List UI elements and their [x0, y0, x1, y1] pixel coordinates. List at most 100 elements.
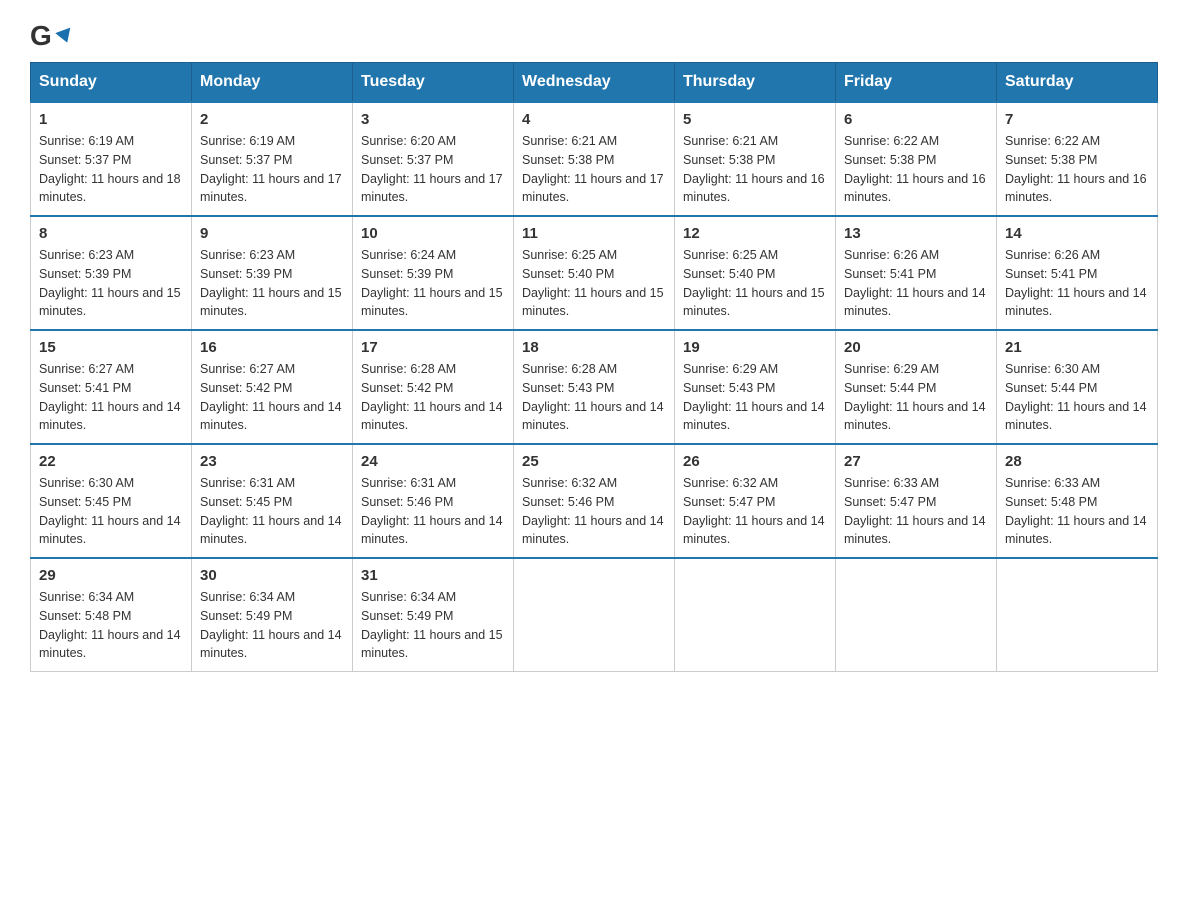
- day-number: 14: [1005, 225, 1149, 242]
- day-number: 11: [522, 225, 666, 242]
- calendar-cell: 19 Sunrise: 6:29 AMSunset: 5:43 PMDayligh…: [675, 330, 836, 444]
- day-number: 21: [1005, 339, 1149, 356]
- calendar-cell: 15 Sunrise: 6:27 AMSunset: 5:41 PMDayligh…: [31, 330, 192, 444]
- calendar-cell: 23 Sunrise: 6:31 AMSunset: 5:45 PMDayligh…: [192, 444, 353, 558]
- day-number: 7: [1005, 111, 1149, 128]
- calendar-cell: 12Sunrise: 6:25 AMSunset: 5:40 PMDayligh…: [675, 216, 836, 330]
- day-info: Sunrise: 6:28 AMSunset: 5:43 PMDaylight:…: [522, 362, 664, 432]
- day-number: 3: [361, 111, 505, 128]
- calendar-cell: 21Sunrise: 6:30 AMSunset: 5:44 PMDayligh…: [997, 330, 1158, 444]
- day-info: Sunrise: 6:23 AMSunset: 5:39 PMDaylight:…: [200, 248, 342, 318]
- day-info: Sunrise: 6:19 AMSunset: 5:37 PMDaylight:…: [200, 134, 342, 204]
- day-number: 27: [844, 453, 988, 470]
- logo-blue: [54, 30, 73, 43]
- day-info: Sunrise: 6:31 AMSunset: 5:45 PMDaylight:…: [200, 476, 342, 546]
- calendar-cell: 17 Sunrise: 6:28 AMSunset: 5:42 PMDayligh…: [353, 330, 514, 444]
- day-number: 20: [844, 339, 988, 356]
- calendar-cell: 2 Sunrise: 6:19 AMSunset: 5:37 PMDaylight…: [192, 102, 353, 216]
- day-info: Sunrise: 6:23 AMSunset: 5:39 PMDaylight:…: [39, 248, 181, 318]
- day-info: Sunrise: 6:19 AMSunset: 5:37 PMDaylight:…: [39, 134, 181, 204]
- logo-text-block: [54, 30, 73, 43]
- calendar-week-row: 1 Sunrise: 6:19 AMSunset: 5:37 PMDaylight…: [31, 102, 1158, 216]
- calendar-cell: [836, 558, 997, 672]
- calendar-cell: 8 Sunrise: 6:23 AMSunset: 5:39 PMDaylight…: [31, 216, 192, 330]
- day-info: Sunrise: 6:27 AMSunset: 5:41 PMDaylight:…: [39, 362, 181, 432]
- calendar-header-friday: Friday: [836, 63, 997, 103]
- day-info: Sunrise: 6:20 AMSunset: 5:37 PMDaylight:…: [361, 134, 503, 204]
- day-info: Sunrise: 6:29 AMSunset: 5:44 PMDaylight:…: [844, 362, 986, 432]
- day-number: 5: [683, 111, 827, 128]
- calendar-cell: 30 Sunrise: 6:34 AMSunset: 5:49 PMDayligh…: [192, 558, 353, 672]
- calendar-cell: 5Sunrise: 6:21 AMSunset: 5:38 PMDaylight…: [675, 102, 836, 216]
- day-number: 15: [39, 339, 183, 356]
- calendar-header-saturday: Saturday: [997, 63, 1158, 103]
- day-info: Sunrise: 6:25 AMSunset: 5:40 PMDaylight:…: [522, 248, 664, 318]
- calendar-header-row: SundayMondayTuesdayWednesdayThursdayFrid…: [31, 63, 1158, 103]
- day-number: 6: [844, 111, 988, 128]
- calendar-cell: 13 Sunrise: 6:26 AMSunset: 5:41 PMDayligh…: [836, 216, 997, 330]
- day-number: 8: [39, 225, 183, 242]
- day-number: 25: [522, 453, 666, 470]
- day-info: Sunrise: 6:32 AMSunset: 5:46 PMDaylight:…: [522, 476, 664, 546]
- day-info: Sunrise: 6:28 AMSunset: 5:42 PMDaylight:…: [361, 362, 503, 432]
- day-info: Sunrise: 6:31 AMSunset: 5:46 PMDaylight:…: [361, 476, 503, 546]
- day-number: 22: [39, 453, 183, 470]
- day-info: Sunrise: 6:30 AMSunset: 5:45 PMDaylight:…: [39, 476, 181, 546]
- calendar-header-tuesday: Tuesday: [353, 63, 514, 103]
- day-number: 30: [200, 567, 344, 584]
- calendar-header-thursday: Thursday: [675, 63, 836, 103]
- day-number: 16: [200, 339, 344, 356]
- day-number: 19: [683, 339, 827, 356]
- calendar-week-row: 29 Sunrise: 6:34 AMSunset: 5:48 PMDayligh…: [31, 558, 1158, 672]
- day-number: 13: [844, 225, 988, 242]
- day-number: 17: [361, 339, 505, 356]
- calendar-cell: 11 Sunrise: 6:25 AMSunset: 5:40 PMDayligh…: [514, 216, 675, 330]
- calendar-cell: 26 Sunrise: 6:32 AMSunset: 5:47 PMDayligh…: [675, 444, 836, 558]
- day-number: 29: [39, 567, 183, 584]
- day-info: Sunrise: 6:21 AMSunset: 5:38 PMDaylight:…: [522, 134, 664, 204]
- calendar-week-row: 22 Sunrise: 6:30 AMSunset: 5:45 PMDayligh…: [31, 444, 1158, 558]
- day-number: 24: [361, 453, 505, 470]
- calendar-table: SundayMondayTuesdayWednesdayThursdayFrid…: [30, 62, 1158, 672]
- logo-area: G: [30, 20, 73, 52]
- day-info: Sunrise: 6:34 AMSunset: 5:48 PMDaylight:…: [39, 590, 181, 660]
- calendar-cell: 7 Sunrise: 6:22 AMSunset: 5:38 PMDaylight…: [997, 102, 1158, 216]
- day-info: Sunrise: 6:22 AMSunset: 5:38 PMDaylight:…: [844, 134, 986, 204]
- day-number: 1: [39, 111, 183, 128]
- day-number: 23: [200, 453, 344, 470]
- calendar-cell: [997, 558, 1158, 672]
- calendar-cell: 10Sunrise: 6:24 AMSunset: 5:39 PMDayligh…: [353, 216, 514, 330]
- day-info: Sunrise: 6:34 AMSunset: 5:49 PMDaylight:…: [200, 590, 342, 660]
- day-number: 12: [683, 225, 827, 242]
- calendar-cell: [514, 558, 675, 672]
- calendar-cell: [675, 558, 836, 672]
- page-header: G: [30, 20, 1158, 52]
- calendar-cell: 9Sunrise: 6:23 AMSunset: 5:39 PMDaylight…: [192, 216, 353, 330]
- calendar-cell: 22 Sunrise: 6:30 AMSunset: 5:45 PMDayligh…: [31, 444, 192, 558]
- calendar-cell: 31Sunrise: 6:34 AMSunset: 5:49 PMDayligh…: [353, 558, 514, 672]
- day-info: Sunrise: 6:32 AMSunset: 5:47 PMDaylight:…: [683, 476, 825, 546]
- day-number: 10: [361, 225, 505, 242]
- day-number: 4: [522, 111, 666, 128]
- day-info: Sunrise: 6:22 AMSunset: 5:38 PMDaylight:…: [1005, 134, 1147, 204]
- calendar-week-row: 15 Sunrise: 6:27 AMSunset: 5:41 PMDayligh…: [31, 330, 1158, 444]
- logo: G: [30, 20, 73, 52]
- calendar-cell: 16 Sunrise: 6:27 AMSunset: 5:42 PMDayligh…: [192, 330, 353, 444]
- calendar-cell: 20 Sunrise: 6:29 AMSunset: 5:44 PMDayligh…: [836, 330, 997, 444]
- day-number: 26: [683, 453, 827, 470]
- day-info: Sunrise: 6:34 AMSunset: 5:49 PMDaylight:…: [361, 590, 503, 660]
- day-info: Sunrise: 6:26 AMSunset: 5:41 PMDaylight:…: [1005, 248, 1147, 318]
- day-info: Sunrise: 6:27 AMSunset: 5:42 PMDaylight:…: [200, 362, 342, 432]
- calendar-cell: 4 Sunrise: 6:21 AMSunset: 5:38 PMDaylight…: [514, 102, 675, 216]
- day-number: 2: [200, 111, 344, 128]
- calendar-cell: 1 Sunrise: 6:19 AMSunset: 5:37 PMDaylight…: [31, 102, 192, 216]
- day-info: Sunrise: 6:26 AMSunset: 5:41 PMDaylight:…: [844, 248, 986, 318]
- calendar-header-sunday: Sunday: [31, 63, 192, 103]
- calendar-header-wednesday: Wednesday: [514, 63, 675, 103]
- calendar-cell: 6 Sunrise: 6:22 AMSunset: 5:38 PMDaylight…: [836, 102, 997, 216]
- day-number: 28: [1005, 453, 1149, 470]
- day-info: Sunrise: 6:29 AMSunset: 5:43 PMDaylight:…: [683, 362, 825, 432]
- calendar-cell: 18Sunrise: 6:28 AMSunset: 5:43 PMDayligh…: [514, 330, 675, 444]
- calendar-cell: 3 Sunrise: 6:20 AMSunset: 5:37 PMDaylight…: [353, 102, 514, 216]
- calendar-cell: 14 Sunrise: 6:26 AMSunset: 5:41 PMDayligh…: [997, 216, 1158, 330]
